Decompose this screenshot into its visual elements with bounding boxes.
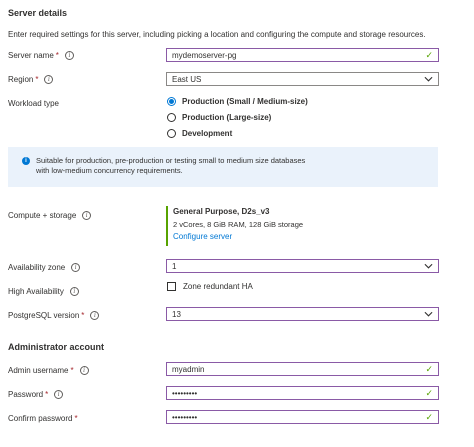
info-icon[interactable]: i: [71, 263, 81, 272]
workload-option-production-small[interactable]: Production (Small / Medium-size): [167, 97, 308, 106]
high-availability-label: High Availability i: [8, 287, 79, 296]
admin-username-input[interactable]: myadmin ✓: [166, 362, 439, 376]
radio-unselected[interactable]: [167, 113, 176, 122]
info-icon: i: [22, 157, 30, 165]
configure-server-link[interactable]: Configure server: [173, 232, 303, 241]
server-details-heading: Server details: [8, 8, 68, 18]
chevron-down-icon: [424, 311, 433, 317]
admin-username-label: Admin username * i: [8, 366, 89, 375]
info-icon[interactable]: i: [90, 311, 100, 320]
info-icon[interactable]: i: [54, 390, 64, 399]
workload-option-development[interactable]: Development: [167, 129, 232, 138]
availability-zone-dropdown[interactable]: 1: [166, 259, 439, 273]
info-icon[interactable]: i: [69, 287, 79, 296]
info-icon[interactable]: i: [64, 51, 74, 60]
server-name-input[interactable]: mydemoserver-pg ✓: [166, 48, 439, 62]
compute-summary: General Purpose, D2s_v3 2 vCores, 8 GiB …: [166, 206, 303, 246]
availability-zone-label: Availability zone i: [8, 263, 81, 272]
server-details-description: Enter required settings for this server,…: [8, 30, 426, 39]
administrator-account-heading: Administrator account: [8, 342, 105, 352]
password-input[interactable]: ••••••••• ✓: [166, 386, 439, 400]
compute-storage-label: Compute + storage i: [8, 211, 92, 220]
info-icon[interactable]: i: [82, 211, 92, 220]
postgresql-version-dropdown[interactable]: 13: [166, 307, 439, 321]
checkmark-icon: ✓: [425, 363, 433, 374]
info-icon[interactable]: i: [44, 75, 54, 84]
radio-unselected[interactable]: [167, 129, 176, 138]
zone-redundant-ha-checkbox[interactable]: Zone redundant HA: [167, 282, 253, 291]
radio-selected[interactable]: [167, 97, 176, 106]
password-label: Password * i: [8, 390, 64, 399]
compute-tier: General Purpose, D2s_v3: [173, 207, 270, 216]
region-label: Region * i: [8, 75, 54, 84]
compute-specs: 2 vCores, 8 GiB RAM, 128 GiB storage: [173, 220, 304, 229]
confirm-password-label: Confirm password *: [8, 414, 78, 423]
workload-type-label: Workload type: [8, 99, 59, 108]
server-name-label: Server name * i: [8, 51, 74, 60]
checkbox[interactable]: [167, 282, 176, 291]
postgresql-version-label: PostgreSQL version * i: [8, 311, 100, 320]
chevron-down-icon: [424, 76, 433, 82]
checkmark-icon: ✓: [425, 387, 433, 398]
chevron-down-icon: [424, 263, 433, 269]
workload-option-production-large[interactable]: Production (Large-size): [167, 113, 271, 122]
region-dropdown[interactable]: East US: [166, 72, 439, 86]
info-icon[interactable]: i: [79, 366, 89, 375]
confirm-password-input[interactable]: ••••••••• ✓: [166, 410, 439, 424]
workload-info-box: i Suitable for production, pre-productio…: [8, 147, 438, 187]
checkmark-icon: ✓: [425, 49, 433, 60]
checkmark-icon: ✓: [425, 411, 433, 422]
